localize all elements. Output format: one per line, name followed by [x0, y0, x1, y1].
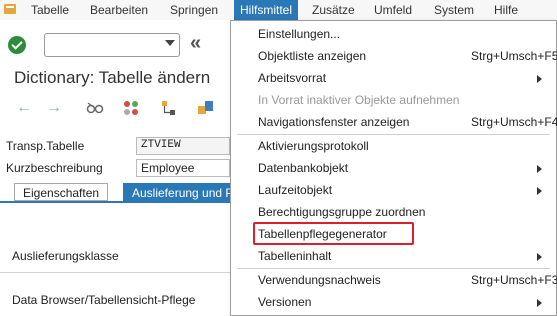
menu-bearbeiten[interactable]: Bearbeiten: [90, 3, 148, 17]
data-browser-label: Data Browser/Tabellensicht-Pflege: [12, 293, 196, 307]
menu-item-berechtigungsgruppe[interactable]: Berechtigungsgruppe zuordnen: [231, 201, 556, 223]
tab-eigenschaften[interactable]: Eigenschaften: [14, 183, 109, 201]
short-description-value: Employee: [141, 161, 195, 175]
menu-item-verwendungsnachweis[interactable]: Verwendungsnachweis Strg+Umsch+F3: [231, 269, 557, 291]
short-description-label: Kurzbeschreibung: [6, 161, 103, 175]
submenu-arrow-icon: [537, 299, 542, 307]
table-label: Transp.Tabelle: [6, 139, 85, 153]
submenu-arrow-icon: [537, 75, 542, 83]
menu-hilfe[interactable]: Hilfe: [494, 3, 518, 17]
object-list-icon[interactable]: [122, 99, 140, 117]
hierarchy-icon[interactable]: [160, 99, 178, 117]
highlight-annotation-box: [253, 222, 414, 245]
tab-auslieferung-und-pflege[interactable]: Auslieferung und Pflege: [123, 183, 233, 201]
menu-system[interactable]: System: [434, 3, 474, 17]
menu-item-versionen[interactable]: Versionen: [231, 291, 556, 313]
table-name-value: ZTVIEW: [141, 139, 181, 151]
menu-item-vorrat-inaktiver-objekte: In Vorrat inaktiver Objekte aufnehmen: [258, 93, 460, 107]
table-name-field[interactable]: ZTVIEW: [136, 137, 230, 155]
delivery-class-label: Auslieferungsklasse: [12, 249, 119, 263]
submenu-arrow-icon: [537, 253, 542, 261]
back-arrow-icon[interactable]: ←: [16, 100, 32, 116]
menu-hilfsmittel[interactable]: Hilfsmittel: [234, 0, 299, 20]
sap-menu-icon[interactable]: [4, 3, 18, 17]
submenu-arrow-icon: [537, 187, 542, 195]
menu-tabelle[interactable]: Tabelle: [31, 3, 69, 17]
enter-check-icon[interactable]: [8, 36, 26, 54]
menu-item-einstellungen[interactable]: Einstellungen...: [231, 23, 556, 45]
short-description-field[interactable]: Employee: [136, 159, 230, 177]
where-used-icon[interactable]: [196, 98, 216, 118]
fast-back-icon[interactable]: «: [190, 33, 201, 53]
submenu-arrow-icon: [537, 165, 542, 173]
menu-item-tabelleninhalt[interactable]: Tabelleninhalt: [231, 245, 556, 267]
shortcut-label: Strg+Umsch+F5: [471, 49, 557, 63]
menu-umfeld[interactable]: Umfeld: [374, 3, 412, 17]
menu-item-aktivierungsprotokoll[interactable]: Aktivierungsprotokoll: [231, 135, 556, 157]
menu-bar: Tabelle Bearbeiten Springen Hilfsmittel …: [0, 0, 557, 20]
menu-item-navigationsfenster[interactable]: Navigationsfenster anzeigen Strg+Umsch+F…: [231, 111, 557, 133]
menu-zusaetze[interactable]: Zusätze: [312, 3, 355, 17]
shortcut-label: Strg+Umsch+F4: [471, 115, 557, 129]
menu-item-objektliste-anzeigen[interactable]: Objektliste anzeigen Strg+Umsch+F5: [231, 45, 557, 67]
menu-item-datenbankobjekt[interactable]: Datenbankobjekt: [231, 157, 556, 179]
shortcut-label: Strg+Umsch+F3: [471, 273, 557, 287]
page-title: Dictionary: Tabelle ändern: [14, 68, 211, 87]
display-change-glasses-icon[interactable]: [86, 100, 104, 116]
menu-item-laufzeitobjekt[interactable]: Laufzeitobjekt: [231, 179, 556, 201]
menu-springen[interactable]: Springen: [170, 3, 218, 17]
forward-arrow-icon[interactable]: →: [46, 100, 62, 116]
hilfsmittel-dropdown-menu: Einstellungen... Objektliste anzeigen St…: [230, 20, 557, 316]
command-field[interactable]: [44, 33, 180, 57]
menu-item-arbeitsvorrat[interactable]: Arbeitsvorrat: [231, 67, 556, 89]
command-history-caret-icon[interactable]: [165, 40, 175, 46]
